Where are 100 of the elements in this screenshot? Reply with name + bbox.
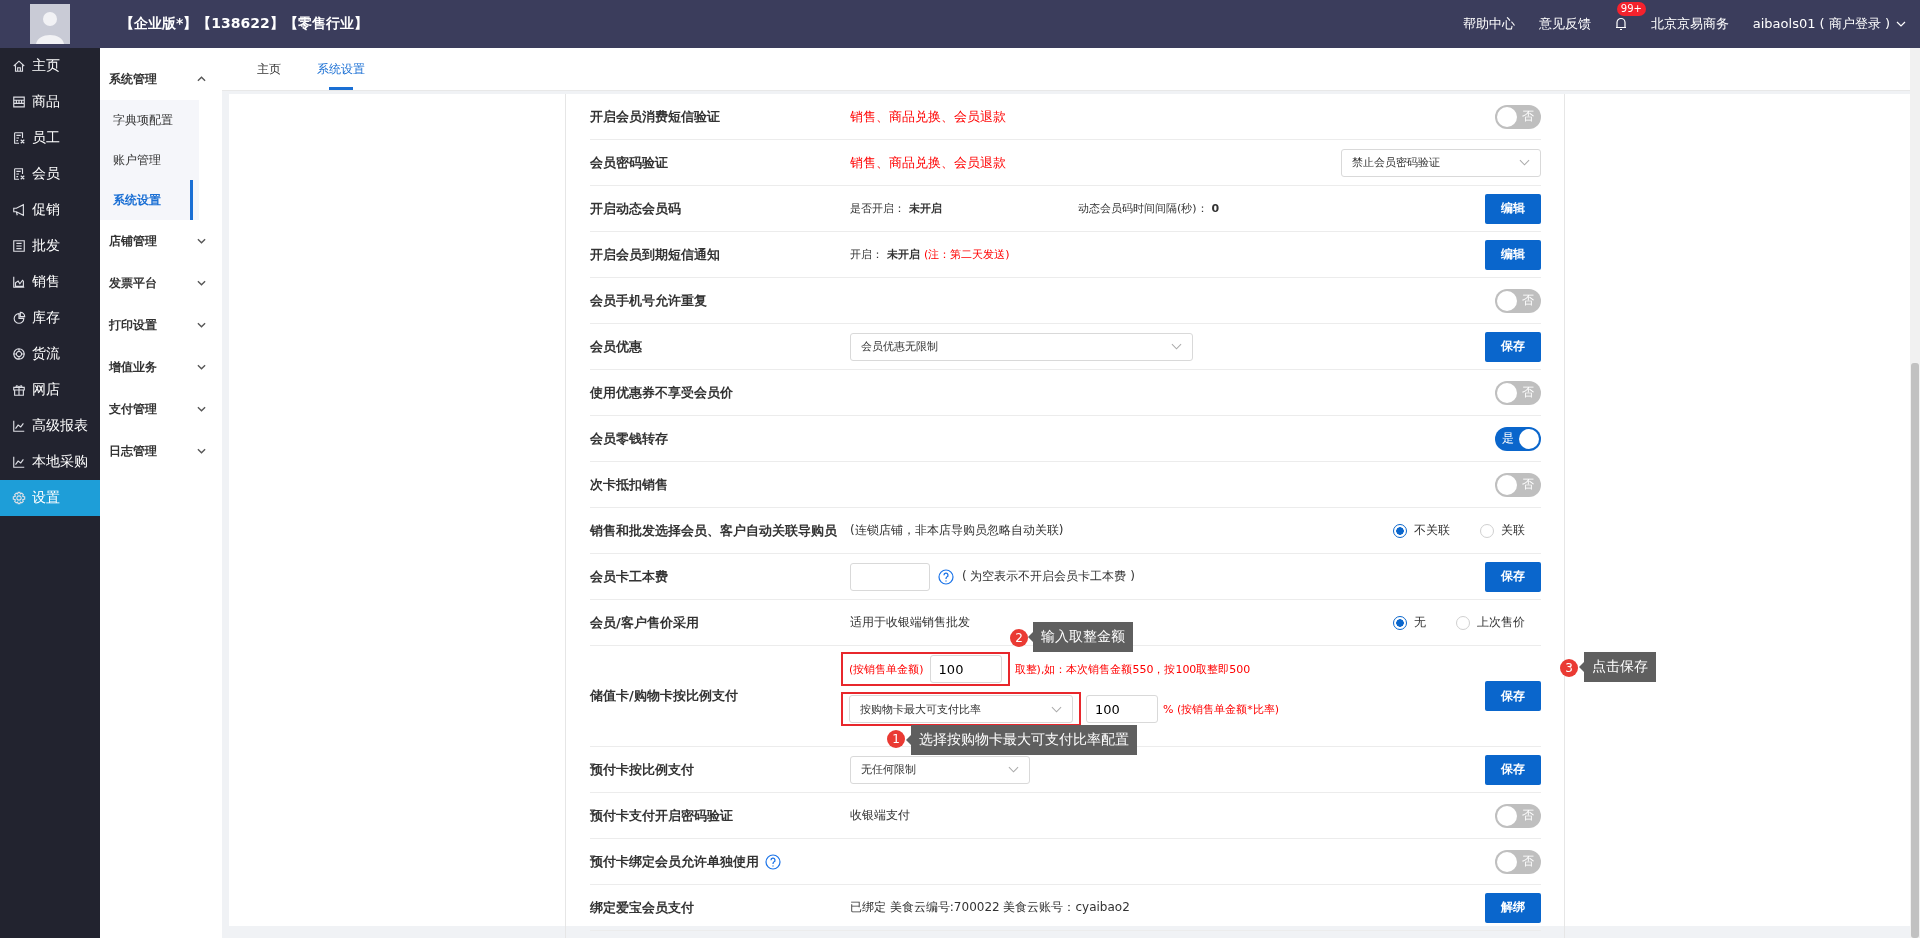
input-field[interactable]: 100 <box>1086 695 1158 723</box>
nav-item[interactable]: 会员 <box>0 156 100 192</box>
info-label: 是否开启： <box>850 201 905 216</box>
callout-tooltip: 选择按购物卡最大可支付比率配置 <box>906 725 1137 755</box>
setting-note: 已绑定 美食云编号:700022 美食云账号：cyaibao2 <box>850 899 1130 916</box>
action-button[interactable]: 保存 <box>1485 331 1541 362</box>
setting-label: 次卡抵扣销售 <box>590 475 668 494</box>
step-marker: 3 <box>1560 659 1578 677</box>
radio-option[interactable]: 上次售价 <box>1456 614 1525 631</box>
action-button[interactable]: 编辑 <box>1485 193 1541 224</box>
nav-item[interactable]: 库存 <box>0 300 100 336</box>
help-icon[interactable] <box>938 568 954 585</box>
header-link[interactable]: 意见反馈 <box>1538 15 1591 33</box>
setting-note: 销售、商品兑换、会员退款 <box>850 107 1006 126</box>
action-button[interactable]: 解绑 <box>1485 892 1541 923</box>
nav-item[interactable]: 主页 <box>0 48 100 84</box>
setting-label: 预付卡支付开启密码验证 <box>590 806 733 825</box>
menu-item[interactable]: 账户管理 <box>100 140 199 180</box>
menu-group[interactable]: 增值业务 <box>100 346 222 388</box>
setting-label: 会员/客户售价采用 <box>590 613 699 632</box>
radio-option[interactable]: 关联 <box>1480 522 1525 539</box>
menu-group[interactable]: 店铺管理 <box>100 220 222 262</box>
info-value: 0 <box>1211 202 1220 215</box>
action-button[interactable]: 保存 <box>1485 561 1541 592</box>
callout-tooltip: 输入取整金额 <box>1028 622 1133 652</box>
step-marker: 1 <box>887 730 905 748</box>
menu-item[interactable]: 系统设置 <box>100 180 199 220</box>
tab[interactable]: 主页 <box>239 48 299 90</box>
nav-item[interactable]: 高级报表 <box>0 408 100 444</box>
caret-icon <box>1008 766 1019 773</box>
input-field[interactable] <box>850 562 930 591</box>
menu-group[interactable]: 系统管理 <box>100 58 222 100</box>
setting-label: 预付卡按比例支付 <box>590 760 694 779</box>
setting-label: 绑定爱宝会员支付 <box>590 898 694 917</box>
menu-group[interactable]: 发票平台 <box>100 262 222 304</box>
store-icon <box>12 95 26 109</box>
list-icon <box>12 239 26 253</box>
info-label: 动态会员码时间间隔(秒)： <box>1078 201 1208 216</box>
id-card-icon <box>12 167 26 181</box>
header-link[interactable]: 帮助中心 <box>1462 15 1515 33</box>
setting-label: 开启会员到期短信通知 <box>590 245 720 264</box>
setting-label: 使用优惠券不享受会员价 <box>590 383 733 402</box>
help-icon[interactable] <box>765 853 781 870</box>
chevron-icon <box>197 364 206 370</box>
nav-item[interactable]: 商品 <box>0 84 100 120</box>
menu-group[interactable]: 打印设置 <box>100 304 222 346</box>
toggle-switch[interactable]: 是 <box>1495 426 1541 451</box>
menu-group[interactable]: 日志管理 <box>100 430 222 472</box>
nav-item[interactable]: 本地采购 <box>0 444 100 480</box>
setting-label: 销售和批发选择会员、客户自动关联导购员 <box>590 521 837 540</box>
nav-item[interactable]: 批发 <box>0 228 100 264</box>
caret-icon <box>1896 21 1906 27</box>
caret-icon <box>1171 343 1182 350</box>
megaphone-icon <box>12 203 26 217</box>
menu-item[interactable]: 字典项配置 <box>100 100 199 140</box>
callout-tooltip: 点击保存 <box>1579 652 1656 682</box>
amount-prefix: (按销售单金额) <box>849 661 924 677</box>
radio-option[interactable]: 不关联 <box>1393 522 1450 539</box>
setting-label: 会员零钱转存 <box>590 429 668 448</box>
action-button[interactable]: 保存 <box>1485 754 1541 785</box>
info-remark: (注：第二天发送) <box>924 247 1010 262</box>
radio-option[interactable]: 无 <box>1393 614 1426 631</box>
company-name: 北京京易商务 <box>1650 15 1729 33</box>
caret-icon <box>1519 159 1530 166</box>
dropdown[interactable]: 会员优惠无限制 <box>850 332 1193 361</box>
setting-label: 预付卡绑定会员允许单独使用 <box>590 852 759 871</box>
action-button[interactable]: 编辑 <box>1485 239 1541 270</box>
line-chart-icon <box>12 455 26 469</box>
line-chart-icon <box>12 419 26 433</box>
ratio-hint: % (按销售单金额*比率) <box>1163 701 1280 717</box>
setting-label: 会员优惠 <box>590 337 642 356</box>
chevron-icon <box>197 322 206 328</box>
notification-badge: 99+ <box>1616 2 1646 16</box>
user-menu[interactable]: aibaols01 ( 商户登录 ) <box>1752 15 1906 33</box>
bell-icon[interactable] <box>1614 17 1627 31</box>
nav-item[interactable]: 网店 <box>0 372 100 408</box>
settings-icon <box>12 491 26 505</box>
info-value: 未开启 <box>909 201 942 216</box>
target-icon <box>12 347 26 361</box>
bar-chart-icon <box>12 275 26 289</box>
scrollbar[interactable] <box>1910 48 1920 938</box>
edition-title: 【企业版*】【138622】【零售行业】 <box>120 15 368 33</box>
tab[interactable]: 系统设置 <box>299 48 383 90</box>
chevron-icon <box>197 406 206 412</box>
input-field[interactable]: 100 <box>929 655 1002 683</box>
dropdown[interactable]: 按购物卡最大可支付比率 <box>849 695 1073 723</box>
nav-item[interactable]: 货流 <box>0 336 100 372</box>
nav-item[interactable]: 促销 <box>0 192 100 228</box>
dropdown[interactable]: 无任何限制 <box>850 755 1030 784</box>
chevron-icon <box>197 448 206 454</box>
nav-item[interactable]: 销售 <box>0 264 100 300</box>
action-button[interactable]: 保存 <box>1485 681 1541 711</box>
pie-chart-icon <box>12 311 26 325</box>
chevron-icon <box>197 280 206 286</box>
setting-note: 适用于收银端销售批发 <box>850 614 970 631</box>
id-card-icon <box>12 131 26 145</box>
dropdown[interactable]: 禁止会员密码验证 <box>1341 148 1541 177</box>
caret-icon <box>1051 705 1062 713</box>
menu-group[interactable]: 支付管理 <box>100 388 222 430</box>
nav-item[interactable]: 员工 <box>0 120 100 156</box>
